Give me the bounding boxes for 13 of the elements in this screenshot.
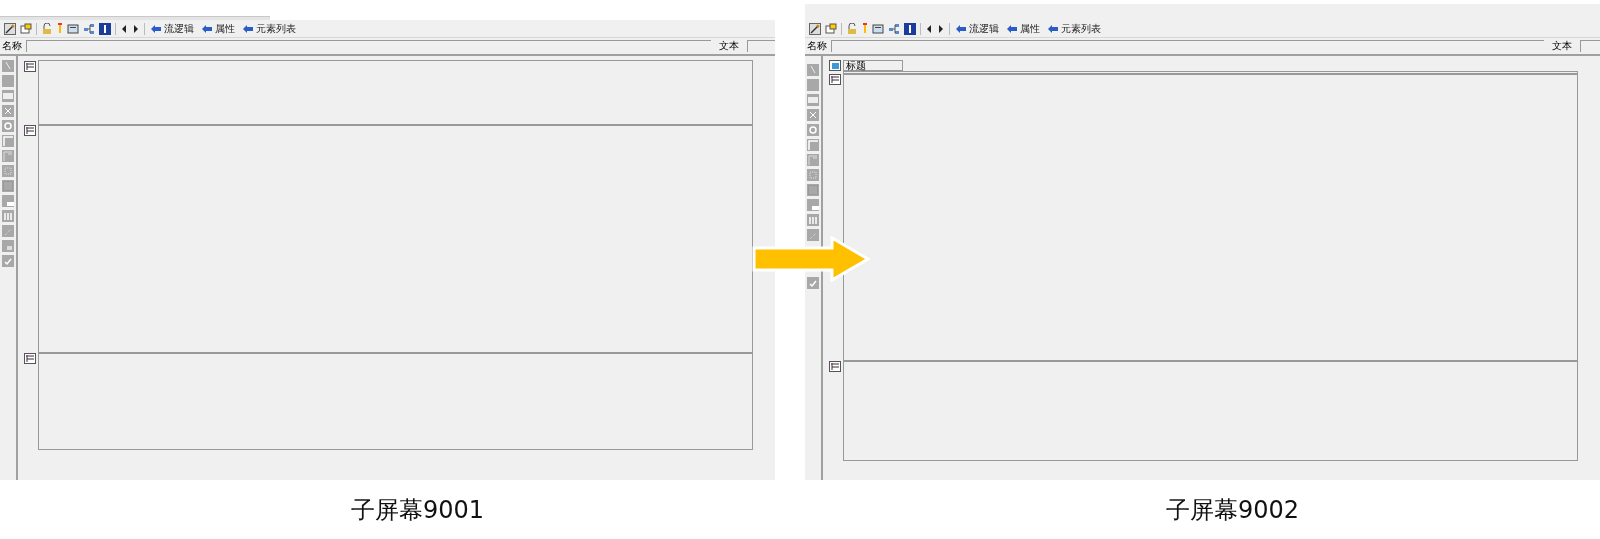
toolbar-button[interactable]: 流逻辑 bbox=[149, 23, 196, 34]
toolbar-button[interactable]: 元素列表 bbox=[1046, 23, 1103, 34]
text-label: 文本 bbox=[718, 41, 740, 51]
name-label: 名称 bbox=[807, 41, 827, 51]
caption: 子屏幕9002 bbox=[1164, 494, 1300, 526]
caption: 子屏幕9001 bbox=[349, 494, 485, 526]
toolbar-button[interactable]: 属性 bbox=[200, 23, 237, 34]
toolbar-button[interactable]: 元素列表 bbox=[241, 23, 298, 34]
title-tab[interactable]: 标题 bbox=[843, 60, 903, 71]
toolbar-button[interactable]: 流逻辑 bbox=[954, 23, 1001, 34]
text-label: 文本 bbox=[1551, 41, 1573, 51]
toolbar-button[interactable]: 属性 bbox=[1005, 23, 1042, 34]
name-label: 名称 bbox=[2, 41, 22, 51]
